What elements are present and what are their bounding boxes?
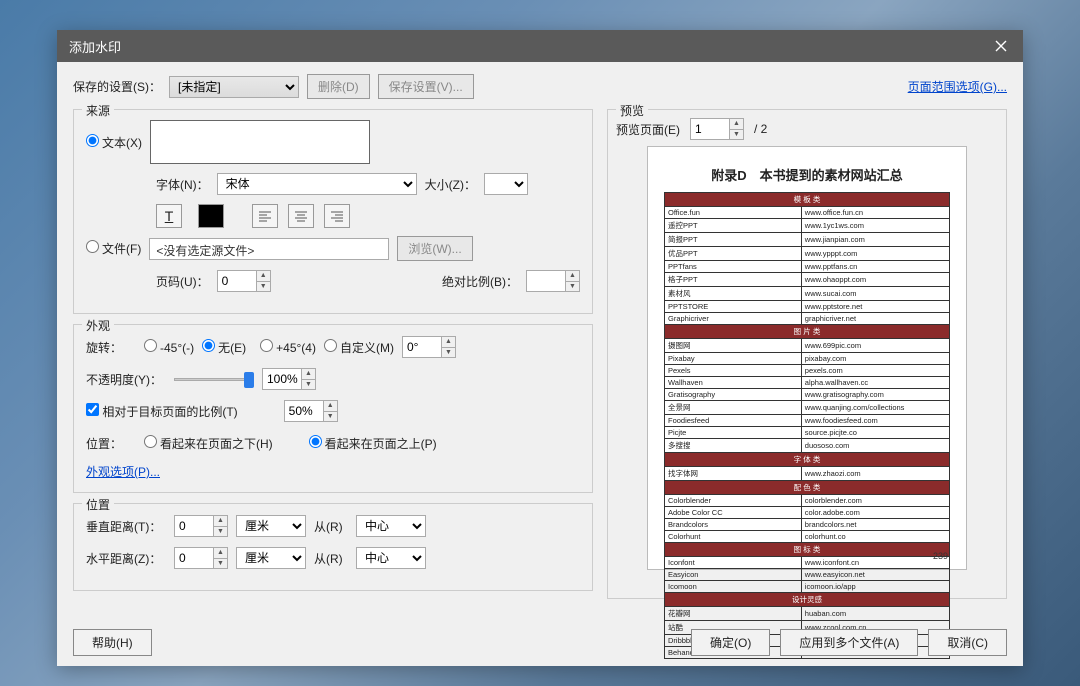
align-center-icon (294, 210, 308, 222)
appearance-group: 外观 旋转： -45°(-) 无(E) +45°(4) 自定义(M) ▲▼ 不透… (73, 324, 593, 493)
rel-scale-checkbox[interactable] (86, 403, 99, 416)
page-no-spinner[interactable]: ▲▼ (217, 270, 271, 292)
up-arrow-icon[interactable]: ▲ (257, 271, 270, 282)
preview-page-spinner[interactable]: ▲▼ (690, 118, 744, 140)
cancel-button[interactable]: 取消(C) (928, 629, 1007, 656)
file-radio-label[interactable]: 文件(F) (86, 240, 141, 257)
align-right-button[interactable] (324, 204, 350, 228)
preview-group: 预览 预览页面(E) ▲▼ / 2 附录D 本书提到的素材网站汇总 模 板 类O… (607, 109, 1007, 599)
preview-table: 模 板 类Office.funwww.office.fun.cn遥控PPTwww… (664, 192, 950, 659)
preview-page-number: 239 (933, 549, 948, 561)
delete-button[interactable]: 删除(D) (307, 74, 370, 99)
browse-button[interactable]: 浏览(W)... (397, 236, 472, 261)
v-from-label: 从(R) (314, 518, 348, 535)
watermark-text-input[interactable] (150, 120, 370, 164)
h-dist-label: 水平距离(Z)： (86, 550, 166, 567)
titlebar: 添加水印 (57, 30, 1023, 62)
rotate-neg45-radio[interactable] (144, 339, 157, 352)
up-arrow-icon[interactable]: ▲ (566, 271, 579, 282)
rotate-none-radio[interactable] (202, 339, 215, 352)
dialog-title: 添加水印 (69, 37, 121, 56)
rotate-label: 旋转： (86, 339, 136, 356)
save-settings-button[interactable]: 保存设置(V)... (378, 74, 474, 99)
apply-multiple-button[interactable]: 应用到多个文件(A) (780, 629, 918, 656)
placement-group: 位置 垂直距离(T)： ▲▼ 厘米 从(R) 中心 水平距离(Z)： ▲▼ 厘米… (73, 503, 593, 591)
placement-legend: 位置 (82, 496, 114, 513)
rotate-custom-spinner[interactable]: ▲▼ (402, 336, 456, 358)
rotate-45-radio[interactable] (260, 339, 273, 352)
h-from-select[interactable]: 中心 (356, 547, 426, 569)
align-left-button[interactable] (252, 204, 278, 228)
opacity-label: 不透明度(Y)： (86, 371, 166, 388)
appearance-options-link[interactable]: 外观选项(P)... (86, 465, 160, 479)
down-arrow-icon[interactable]: ▼ (566, 282, 579, 292)
text-radio-label[interactable]: 文本(X) (86, 134, 142, 151)
font-label: 字体(N)： (156, 176, 209, 193)
appearance-legend: 外观 (82, 317, 114, 334)
align-right-icon (330, 210, 344, 222)
opacity-spinner[interactable]: ▲▼ (262, 368, 316, 390)
align-left-icon (258, 210, 272, 222)
ok-button[interactable]: 确定(O) (691, 629, 770, 656)
v-dist-spinner[interactable]: ▲▼ (174, 515, 228, 537)
size-label: 大小(Z)： (425, 176, 476, 193)
down-arrow-icon[interactable]: ▼ (257, 282, 270, 292)
v-from-select[interactable]: 中心 (356, 515, 426, 537)
saved-settings-select[interactable]: [未指定] (169, 76, 299, 98)
abs-scale-label: 绝对比例(B)： (442, 273, 518, 290)
preview-doc-title: 附录D 本书提到的素材网站汇总 (664, 165, 950, 184)
preview-legend: 预览 (616, 102, 648, 119)
behind-radio[interactable] (144, 435, 157, 448)
opacity-slider[interactable] (174, 369, 254, 389)
file-radio[interactable] (86, 240, 99, 253)
add-watermark-dialog: 添加水印 保存的设置(S)： [未指定] 删除(D) 保存设置(V)... 页面… (57, 30, 1023, 666)
h-from-label: 从(R) (314, 550, 348, 567)
v-dist-label: 垂直距离(T)： (86, 518, 166, 535)
page-preview: 附录D 本书提到的素材网站汇总 模 板 类Office.funwww.offic… (647, 146, 967, 570)
align-center-button[interactable] (288, 204, 314, 228)
text-color-button[interactable] (198, 204, 224, 228)
h-dist-spinner[interactable]: ▲▼ (174, 547, 228, 569)
rel-scale-spinner[interactable]: ▲▼ (284, 400, 338, 422)
close-button[interactable] (979, 30, 1023, 62)
v-unit-select[interactable]: 厘米 (236, 515, 306, 537)
saved-settings-label: 保存的设置(S)： (73, 78, 161, 95)
source-legend: 来源 (82, 102, 114, 119)
top-radio[interactable] (309, 435, 322, 448)
font-select[interactable]: 宋体 (217, 173, 417, 195)
position-label: 位置： (86, 435, 136, 452)
preview-page-label: 预览页面(E) (616, 121, 680, 138)
text-radio[interactable] (86, 134, 99, 147)
abs-scale-spinner[interactable]: ▲▼ (526, 270, 580, 292)
size-select[interactable] (484, 173, 528, 195)
close-icon (995, 40, 1007, 52)
underline-button[interactable]: T (156, 204, 182, 228)
source-group: 来源 文本(X) 字体(N)： 宋体 大小(Z)： T (73, 109, 593, 314)
page-no-label: 页码(U)： (156, 273, 209, 290)
preview-page-total: / 2 (754, 122, 767, 136)
rotate-custom-radio[interactable] (324, 339, 337, 352)
help-button[interactable]: 帮助(H) (73, 629, 152, 656)
h-unit-select[interactable]: 厘米 (236, 547, 306, 569)
page-range-link[interactable]: 页面范围选项(G)... (908, 78, 1007, 95)
file-path-display: <没有选定源文件> (149, 238, 389, 260)
